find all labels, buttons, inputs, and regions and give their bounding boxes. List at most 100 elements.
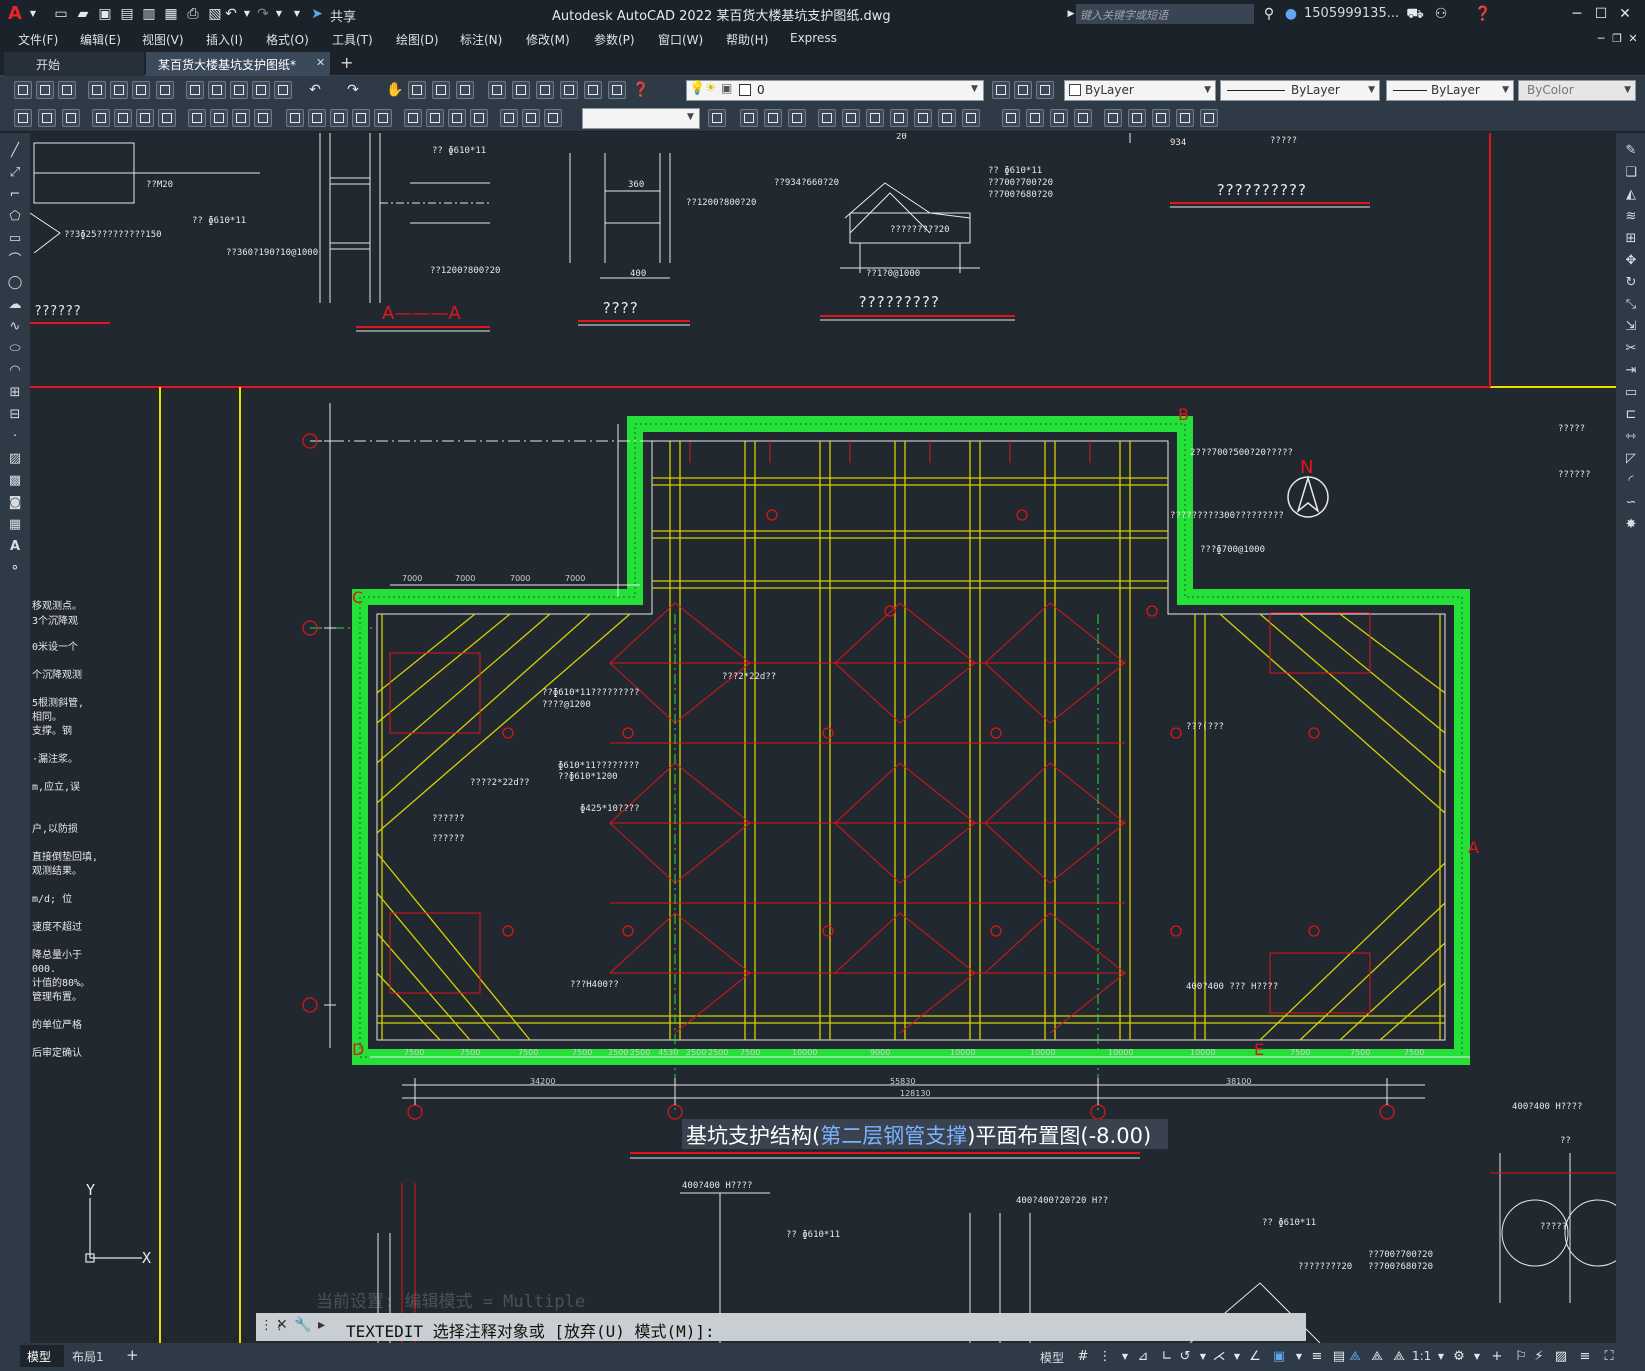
solid-cone-icon[interactable]	[788, 109, 806, 127]
insert-block-icon[interactable]: ⊞	[7, 385, 23, 401]
diameter-dim-icon[interactable]	[232, 109, 250, 127]
erase-icon[interactable]: ✎	[1623, 143, 1639, 159]
tolerance-icon[interactable]	[404, 109, 422, 127]
pan-icon[interactable]: ✋	[386, 81, 404, 99]
menu-help[interactable]: 帮助(H)	[726, 31, 768, 48]
tab-drawing-active[interactable]: 某百货大楼基坑支护图纸* ✕	[146, 52, 330, 76]
dim-break-icon[interactable]	[374, 109, 392, 127]
inspect-icon[interactable]	[448, 109, 466, 127]
osnap-tracking-icon[interactable]: ∠	[1246, 1348, 1264, 1366]
layer-lock-icon[interactable]: ▣	[721, 81, 732, 95]
redo-icon[interactable]: ↷	[344, 81, 362, 99]
command-prompt[interactable]: TEXTEDIT 选择注释对象或 [放弃(U) 模式(M)]:	[346, 1318, 715, 1342]
union-icon[interactable]	[1026, 109, 1044, 127]
thicken-icon[interactable]	[1128, 109, 1146, 127]
chevron-down-icon[interactable]: ▼	[1468, 1348, 1486, 1366]
open-folder-icon[interactable]: ▰	[74, 5, 92, 23]
rotate-icon[interactable]: ↻	[1623, 275, 1639, 291]
workspace-gear-icon[interactable]: ⚙	[1450, 1348, 1468, 1366]
menu-dimension[interactable]: 标注(N)	[460, 31, 502, 48]
menu-tools[interactable]: 工具(T)	[332, 31, 373, 48]
dim-edit-icon[interactable]	[500, 109, 518, 127]
extrude-icon[interactable]	[914, 109, 932, 127]
radius-dim-icon[interactable]	[188, 109, 206, 127]
osnap-icon[interactable]: ▣	[1270, 1348, 1288, 1366]
chevron-down-icon[interactable]: ▼	[24, 5, 42, 23]
table-icon[interactable]: ▦	[7, 517, 23, 533]
chevron-down-icon[interactable]: ▼	[1432, 1348, 1450, 1366]
cut-icon[interactable]	[186, 81, 204, 99]
undo-icon[interactable]: ↶	[306, 81, 324, 99]
zoom-realtime-icon[interactable]	[408, 81, 426, 99]
annotation-scale-icon[interactable]: ⟁	[1390, 1348, 1408, 1366]
command-line[interactable]: ⋮⋮ ✕ 🔧 ▸ TEXTEDIT 选择注释对象或 [放弃(U) 模式(M)]:	[256, 1313, 1306, 1341]
shell-icon[interactable]	[1200, 109, 1218, 127]
subtract-icon[interactable]	[1050, 109, 1068, 127]
menu-insert[interactable]: 插入(I)	[206, 31, 243, 48]
polyline-icon[interactable]: ⌐	[7, 187, 23, 203]
app-logo[interactable]: A	[8, 3, 22, 24]
print-icon[interactable]: ⎙	[184, 5, 202, 23]
loft-icon[interactable]	[1002, 109, 1020, 127]
user-icon[interactable]: ●	[1282, 5, 1300, 23]
copy-object-icon[interactable]: ❏	[1623, 165, 1639, 181]
region-icon[interactable]: ◙	[7, 495, 23, 511]
save-icon[interactable]: ▣	[96, 5, 114, 23]
array-icon[interactable]: ⊞	[1623, 231, 1639, 247]
minimize-icon[interactable]: ─	[1568, 5, 1586, 23]
solid-wedge-icon[interactable]	[764, 109, 782, 127]
chevron-down-icon[interactable]: ▼	[687, 112, 694, 122]
help-icon[interactable]: ❓	[632, 81, 650, 99]
menu-file[interactable]: 文件(F)	[18, 31, 58, 48]
customize-command-icon[interactable]: 🔧	[294, 1317, 311, 1333]
model-space-toggle[interactable]: 模型	[1040, 1349, 1064, 1366]
auto-scale-icon[interactable]: ⟁	[1368, 1348, 1386, 1366]
chevron-down-icon[interactable]: ▼	[971, 84, 978, 94]
command-history-icon[interactable]: ▸	[318, 1317, 325, 1333]
markup-icon[interactable]	[584, 81, 602, 99]
zoom-window-icon[interactable]	[432, 81, 450, 99]
solid-pyramid-icon[interactable]	[890, 109, 908, 127]
gradient-icon[interactable]: ▩	[7, 473, 23, 489]
lineweight-control[interactable]: ByLayer ▼	[1386, 80, 1514, 101]
circle-icon[interactable]: ◯	[7, 275, 23, 291]
solid-cylinder-icon[interactable]	[842, 109, 860, 127]
break-at-point-icon[interactable]: ⊏	[1623, 407, 1639, 423]
tab-layout1[interactable]: 布局1	[72, 1348, 104, 1365]
share-button[interactable]: 共享	[330, 6, 356, 25]
add-icon[interactable]: +	[1488, 1348, 1506, 1366]
design-center-icon[interactable]	[512, 81, 530, 99]
match-props-icon[interactable]	[252, 81, 270, 99]
arc-dim-icon[interactable]	[136, 109, 154, 127]
close-icon[interactable]: ✕	[1616, 5, 1634, 23]
paste-icon[interactable]	[230, 81, 248, 99]
snap-icon[interactable]: ⋮	[1096, 1348, 1114, 1366]
linear-dim-icon[interactable]	[92, 109, 110, 127]
share-icon[interactable]: ➤	[308, 5, 326, 23]
tool-icon-3[interactable]	[62, 109, 80, 127]
customize-icon[interactable]: ▼	[288, 5, 306, 23]
chevron-down-icon[interactable]: ▼	[1624, 81, 1631, 100]
menu-edit[interactable]: 编辑(E)	[80, 31, 121, 48]
solid-box-icon[interactable]	[740, 109, 758, 127]
new-icon[interactable]	[14, 81, 32, 99]
aligned-dim-icon[interactable]	[114, 109, 132, 127]
ordinate-dim-icon[interactable]	[158, 109, 176, 127]
search-input[interactable]: 键入关键字或短语	[1076, 4, 1254, 24]
add-layout-button[interactable]: +	[126, 1346, 139, 1364]
intersect-icon[interactable]	[1074, 109, 1092, 127]
trim-icon[interactable]: ✂	[1623, 341, 1639, 357]
isodraft-icon[interactable]: ⋌	[1210, 1348, 1228, 1366]
block-edit-icon[interactable]	[274, 81, 292, 99]
sheet-set-icon[interactable]	[560, 81, 578, 99]
chevron-down-icon[interactable]: ▼	[1290, 1348, 1308, 1366]
join-icon[interactable]: ⇿	[1623, 429, 1639, 445]
make-block-icon[interactable]: ⊟	[7, 407, 23, 423]
cart-icon[interactable]: ⛟	[1406, 5, 1424, 23]
linetype-control[interactable]: ByLayer ▼	[1220, 80, 1380, 101]
move-icon[interactable]: ✥	[1623, 253, 1639, 269]
tool-icon-1[interactable]	[14, 109, 32, 127]
imprint-icon[interactable]	[1152, 109, 1170, 127]
dim-space-icon[interactable]	[352, 109, 370, 127]
fillet-icon[interactable]: ◜	[1623, 473, 1639, 489]
